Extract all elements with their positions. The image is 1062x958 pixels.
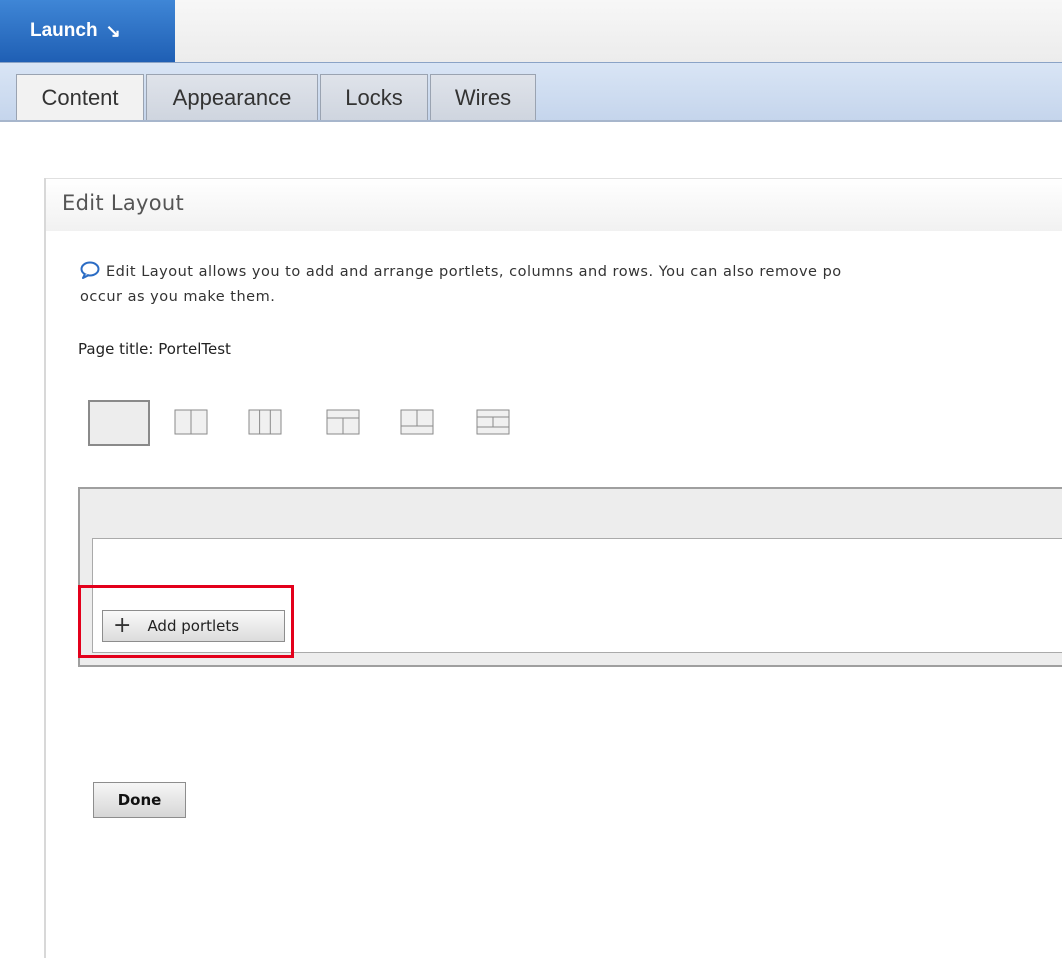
- add-portlets-label: Add portlets: [147, 617, 240, 635]
- tab-wires[interactable]: Wires: [430, 74, 536, 120]
- layout-3-columns-icon[interactable]: [248, 406, 282, 438]
- tab-locks[interactable]: Locks: [320, 74, 428, 120]
- panel-title: Edit Layout: [62, 191, 185, 215]
- layout-row-2-columns-row-icon[interactable]: [476, 406, 510, 438]
- tab-wires-label: Wires: [454, 84, 512, 110]
- tab-appearance-label: Appearance: [172, 84, 292, 110]
- layout-2-columns-icon[interactable]: [174, 406, 208, 438]
- done-button[interactable]: Done: [93, 782, 186, 818]
- plus-icon: +: [113, 613, 132, 638]
- info-text-line2: occur as you make them.: [80, 289, 276, 305]
- layout-2-columns-over-row-icon[interactable]: [400, 406, 434, 438]
- tab-locks-label: Locks: [345, 84, 403, 110]
- speech-bubble-icon: [80, 261, 100, 279]
- info-text: Edit Layout allows you to add and arrang…: [80, 260, 1062, 310]
- top-bar: Launch ↘: [0, 0, 1062, 63]
- page-title: Page title: PortelTest: [78, 340, 231, 358]
- tab-content[interactable]: Content: [16, 74, 144, 120]
- launch-button[interactable]: Launch ↘: [0, 0, 175, 62]
- tab-appearance[interactable]: Appearance: [146, 74, 318, 120]
- tab-content-label: Content: [41, 84, 119, 110]
- launch-label: Launch: [30, 20, 98, 41]
- layout-1-column-icon[interactable]: [88, 400, 150, 446]
- tab-bar: Content Appearance Locks Wires: [0, 63, 1062, 122]
- panel-header: Edit Layout: [46, 178, 1062, 231]
- add-portlets-button[interactable]: + Add portlets: [102, 610, 285, 642]
- done-label: Done: [117, 791, 162, 809]
- info-text-line1: Edit Layout allows you to add and arrang…: [106, 264, 842, 280]
- layout-row-over-2-columns-icon[interactable]: [326, 406, 360, 438]
- arrow-down-right-icon: ↘: [105, 20, 121, 41]
